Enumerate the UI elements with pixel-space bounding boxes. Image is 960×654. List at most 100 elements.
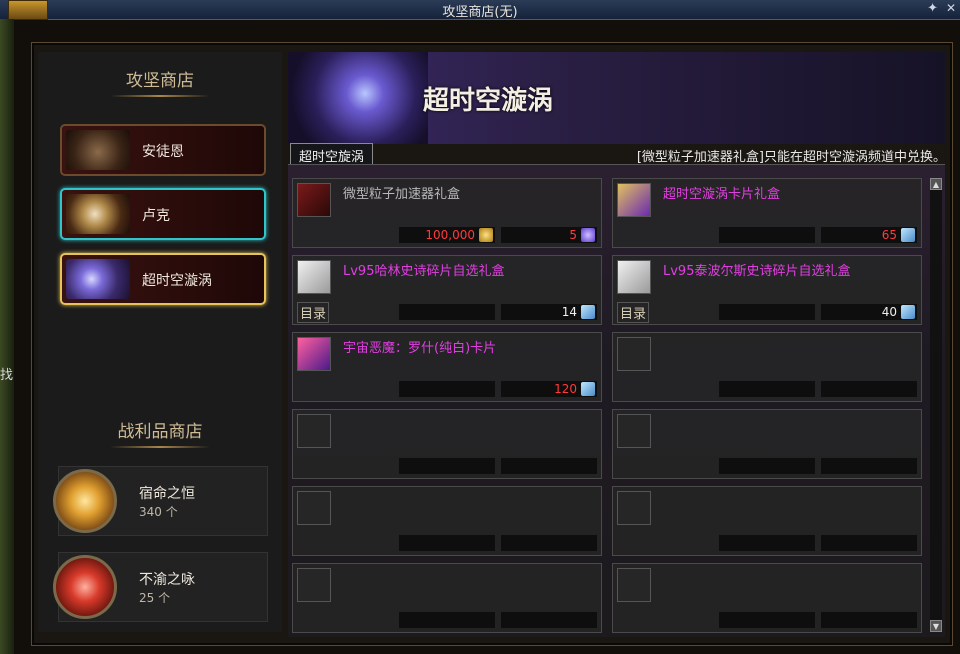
loot-header: 战利品商店 — [117, 422, 203, 442]
eternal-orb-icon — [53, 555, 117, 619]
price-value: 100,000 — [425, 228, 475, 242]
anton-portrait — [66, 130, 130, 170]
white-box-icon — [617, 260, 651, 294]
catalog-button[interactable]: 目录 — [617, 302, 650, 323]
item-slot — [612, 409, 922, 479]
background-edge: 找 — [0, 19, 14, 654]
catalog-button[interactable]: 目录 — [297, 302, 330, 323]
price-box — [399, 535, 495, 551]
scroll-down-icon[interactable]: ▼ — [930, 620, 942, 632]
empty-icon-slot — [617, 568, 651, 602]
loot-count: 25 个 — [139, 591, 171, 605]
empty-icon-slot — [297, 414, 331, 448]
item-slot — [292, 409, 602, 479]
price-box: 65 — [821, 227, 917, 243]
price-box: 120 — [501, 381, 597, 397]
loot-name: 宿命之恒 — [139, 486, 195, 502]
item-name: 超时空漩涡卡片礼盒 — [663, 187, 781, 202]
item-slot[interactable]: Lv95泰波尔斯史诗碎片自选礼盒目录 40 — [612, 255, 922, 325]
close-icon[interactable]: ✕ — [946, 1, 956, 15]
vortex-portrait — [66, 259, 130, 299]
empty-icon-slot — [617, 491, 651, 525]
empty-icon-slot — [617, 414, 651, 448]
title-bar: 攻坚商店(无) ✦ ✕ — [0, 0, 960, 20]
luke-portrait — [66, 194, 130, 234]
loot-name: 不渝之咏 — [139, 572, 195, 588]
scroll-up-icon[interactable]: ▲ — [930, 178, 942, 190]
crystal-icon — [581, 305, 595, 319]
price-value: 120 — [554, 382, 577, 396]
npc-vortex-button[interactable]: 超时空漩涡 — [60, 253, 266, 305]
npc-label: 安徒恩 — [142, 144, 184, 160]
price-box — [719, 381, 815, 397]
empty-icon-slot — [617, 337, 651, 371]
red-box-icon — [297, 183, 331, 217]
npc-label: 超时空漩涡 — [142, 273, 212, 289]
price-box — [821, 458, 917, 474]
gold-coin-icon — [479, 228, 493, 242]
npc-anton-button[interactable]: 安徒恩 — [60, 124, 266, 176]
item-slot[interactable]: 微型粒子加速器礼盒 100,000 5 — [292, 178, 602, 248]
price-box — [719, 612, 815, 628]
loot-count: 340 个 — [139, 505, 178, 519]
price-box — [399, 381, 495, 397]
price-box — [821, 612, 917, 628]
purple-orb-icon — [581, 228, 595, 242]
price-box: 5 — [501, 227, 597, 243]
price-box: 14 — [501, 304, 597, 320]
item-slot[interactable]: Lv95哈林史诗碎片自选礼盒目录 14 — [292, 255, 602, 325]
tab-vortex[interactable]: 超时空旋涡 — [290, 143, 374, 166]
card-icon — [297, 337, 331, 371]
price-box — [719, 227, 815, 243]
price-box — [821, 381, 917, 397]
price-box — [719, 535, 815, 551]
vortex-art — [288, 52, 428, 144]
price-value: 40 — [881, 305, 897, 319]
pin-icon[interactable]: ✦ — [927, 1, 938, 16]
item-name: Lv95泰波尔斯史诗碎片自选礼盒 — [663, 264, 851, 279]
crystal-icon — [901, 228, 915, 242]
white-box-icon — [297, 260, 331, 294]
empty-icon-slot — [297, 491, 331, 525]
loot-header-divider — [110, 446, 210, 448]
price-value: 5 — [569, 228, 577, 242]
price-box — [719, 458, 815, 474]
item-slot — [292, 486, 602, 556]
price-box: 40 — [821, 304, 917, 320]
npc-label: 卢克 — [142, 208, 170, 224]
npc-luke-button[interactable]: 卢克 — [60, 188, 266, 240]
item-slot — [612, 486, 922, 556]
empty-icon-slot — [297, 568, 331, 602]
item-slot[interactable]: 超时空漩涡卡片礼盒 65 — [612, 178, 922, 248]
price-value: 14 — [561, 305, 577, 319]
shop-banner: 超时空漩涡 — [288, 52, 945, 144]
item-name: Lv95哈林史诗碎片自选礼盒 — [343, 264, 505, 279]
banner-title: 超时空漩涡 — [423, 86, 554, 116]
item-slot — [292, 563, 602, 633]
price-box — [501, 535, 597, 551]
price-box — [719, 304, 815, 320]
price-box — [399, 612, 495, 628]
price-box — [501, 612, 597, 628]
item-slot[interactable]: 宇宙恶魔：罗什(纯白)卡片 120 — [292, 332, 602, 402]
destiny-orb-icon — [53, 469, 117, 533]
price-box — [501, 458, 597, 474]
edge-text: 找 — [0, 368, 14, 383]
price-box: 100,000 — [399, 227, 495, 243]
item-slot — [612, 332, 922, 402]
crystal-icon — [581, 382, 595, 396]
item-name: 宇宙恶魔：罗什(纯白)卡片 — [343, 341, 497, 356]
exchange-notice: [微型粒子加速器礼盒]只能在超时空漩涡频道中兑换。 — [636, 150, 946, 165]
window-title: 攻坚商店(无) — [442, 5, 518, 20]
item-name: 微型粒子加速器礼盒 — [343, 187, 461, 202]
loot-currency-eternal[interactable]: 不渝之咏 25 个 — [53, 552, 268, 622]
price-box — [399, 458, 495, 474]
crystal-icon — [901, 305, 915, 319]
scrollbar[interactable]: ▲ ▼ — [930, 178, 942, 632]
price-value: 65 — [881, 228, 897, 242]
loot-currency-destiny[interactable]: 宿命之恒 340 个 — [53, 466, 268, 536]
gold-card-box-icon — [617, 183, 651, 217]
price-box — [821, 535, 917, 551]
shop-header: 攻坚商店 — [126, 71, 194, 91]
price-box — [399, 304, 495, 320]
